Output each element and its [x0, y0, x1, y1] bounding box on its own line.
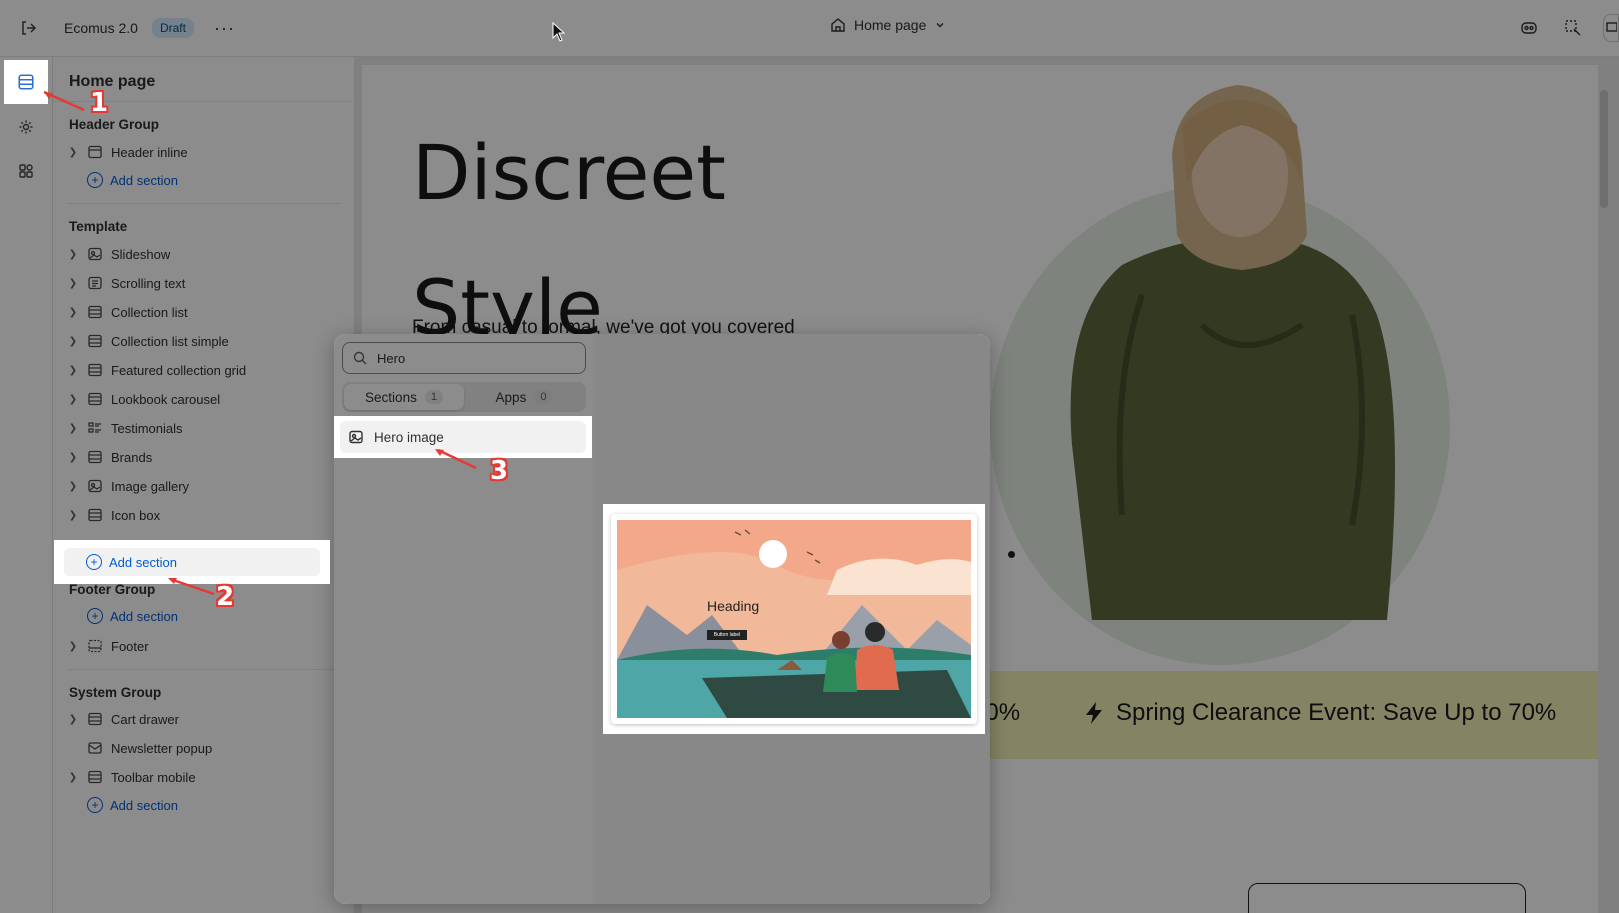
image-icon: [349, 430, 363, 444]
plus-circle-icon: +: [86, 554, 102, 570]
add-section-template[interactable]: + Add section: [64, 548, 320, 576]
annotation-number-2: 2: [216, 582, 235, 612]
annotation-arrow-1: [43, 90, 85, 112]
thumbnail-button: Button label: [707, 630, 747, 640]
annotation-number-1: 1: [90, 88, 109, 118]
annotation-arrow-2: [168, 577, 215, 596]
annotation-number-3: 3: [490, 456, 509, 486]
hero-image-thumbnail: [617, 520, 971, 718]
hero-image-preview-card: Heading Button label: [611, 514, 977, 724]
sections-icon: [18, 74, 34, 90]
section-preview-highlight: Heading Button label: [603, 504, 985, 734]
search-result-label: Hero image: [374, 429, 444, 445]
add-section-label: Add section: [109, 554, 177, 570]
annotation-arrow-3: [435, 448, 477, 470]
thumbnail-heading: Heading: [707, 598, 760, 614]
mouse-cursor-icon: [552, 22, 566, 42]
